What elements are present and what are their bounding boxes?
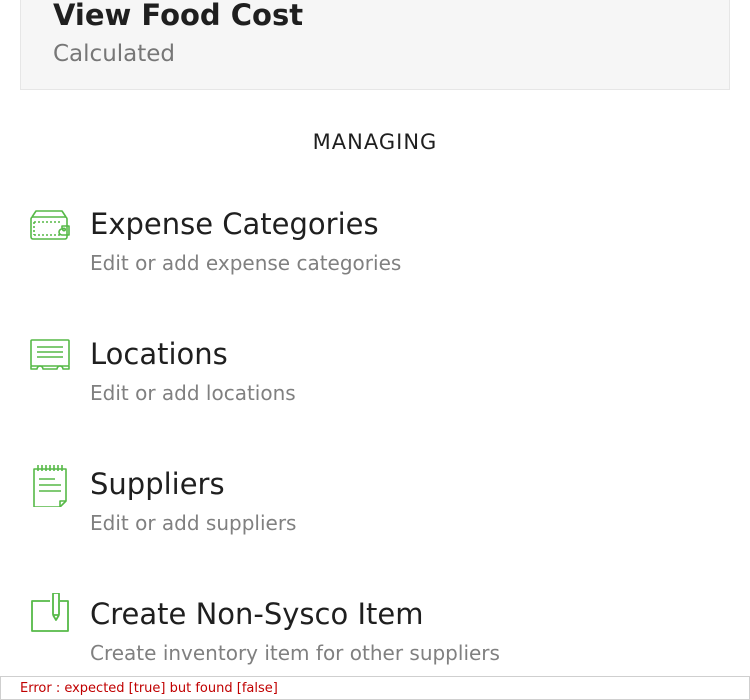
error-message: Error : expected [true] but found [false… bbox=[20, 681, 278, 696]
card-subtitle: Calculated bbox=[53, 41, 176, 67]
menu-item-title: Expense Categories bbox=[90, 207, 379, 241]
menu-item-description: Create inventory item for other supplier… bbox=[90, 641, 500, 665]
menu-item-title: Suppliers bbox=[90, 467, 225, 501]
notepad-icon bbox=[28, 463, 72, 507]
menu-item-locations[interactable]: Locations Edit or add locations bbox=[0, 337, 750, 437]
managing-section-heading: MANAGING bbox=[312, 130, 438, 154]
view-food-cost-card[interactable]: View Food Cost Calculated bbox=[20, 0, 730, 90]
menu-item-suppliers[interactable]: Suppliers Edit or add suppliers bbox=[0, 465, 750, 567]
card-title: View Food Cost bbox=[53, 0, 304, 32]
menu-item-title: Locations bbox=[90, 337, 228, 371]
create-item-pen-icon bbox=[28, 593, 72, 637]
location-storefront-icon bbox=[28, 337, 72, 381]
page: View Food Cost Calculated MANAGING Expen… bbox=[0, 0, 750, 700]
menu-item-description: Edit or add expense categories bbox=[90, 251, 402, 275]
wallet-icon bbox=[28, 207, 72, 251]
error-bar: Error : expected [true] but found [false… bbox=[0, 676, 750, 700]
menu-item-description: Edit or add locations bbox=[90, 381, 296, 405]
menu-item-description: Edit or add suppliers bbox=[90, 511, 297, 535]
menu-item-expense-categories[interactable]: Expense Categories Edit or add expense c… bbox=[0, 207, 750, 307]
menu-item-title: Create Non-Sysco Item bbox=[90, 597, 424, 631]
